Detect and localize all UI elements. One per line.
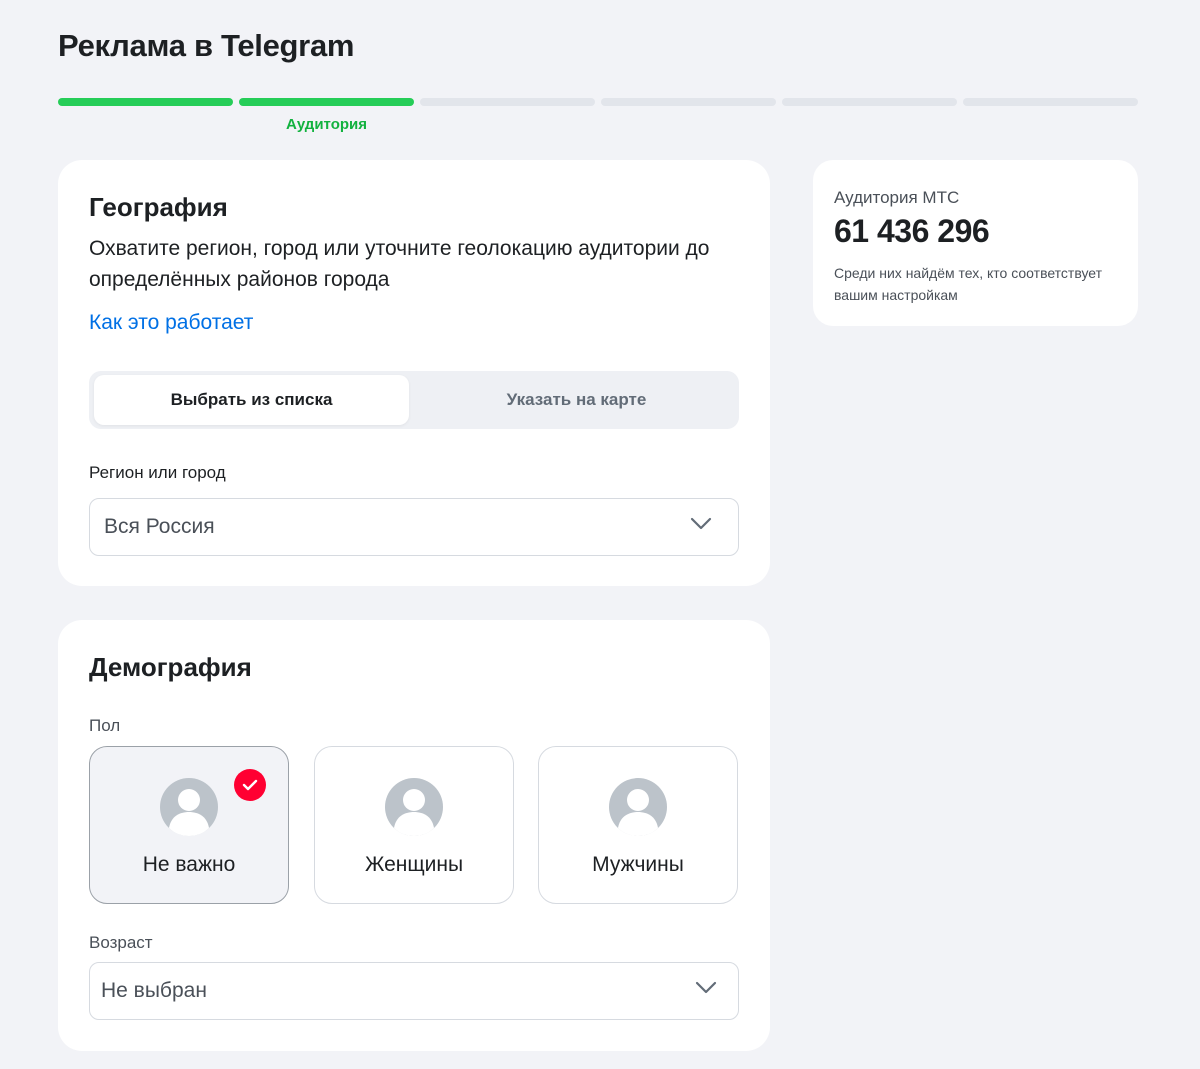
demography-card: Демография Пол Не важно Женщины Мужчины bbox=[58, 620, 770, 1051]
how-it-works-link[interactable]: Как это работает bbox=[89, 311, 253, 335]
chevron-down-icon bbox=[690, 517, 712, 530]
demography-title: Демография bbox=[89, 652, 252, 682]
stepper: Аудитория bbox=[58, 98, 1138, 138]
page-title: Реклама в Telegram bbox=[58, 28, 355, 63]
region-select-value: Вся Россия bbox=[104, 515, 215, 538]
user-avatar-icon bbox=[385, 778, 443, 836]
location-mode-switch: Выбрать из списка Указать на карте bbox=[89, 371, 739, 429]
gender-option-male-label: Мужчины bbox=[592, 853, 684, 876]
current-step-label: Аудитория bbox=[286, 116, 367, 133]
age-select[interactable]: Не выбран bbox=[89, 962, 739, 1020]
gender-label: Пол bbox=[89, 716, 121, 735]
gender-option-any[interactable]: Не важно bbox=[89, 746, 289, 904]
geography-title: География bbox=[89, 192, 228, 222]
chevron-down-icon bbox=[695, 981, 717, 994]
check-icon bbox=[242, 779, 258, 791]
audience-card: Аудитория МТС 61 436 296 Среди них найдё… bbox=[813, 160, 1138, 326]
gender-option-any-label: Не важно bbox=[142, 853, 236, 876]
step-3-bar bbox=[420, 98, 595, 106]
audience-count: 61 436 296 bbox=[834, 213, 990, 249]
gender-option-female[interactable]: Женщины bbox=[314, 746, 514, 904]
step-2-bar bbox=[239, 98, 414, 106]
step-6-bar bbox=[963, 98, 1138, 106]
age-select-value: Не выбран bbox=[101, 979, 207, 1002]
age-label: Возраст bbox=[89, 933, 153, 952]
step-5-bar bbox=[782, 98, 957, 106]
step-1-bar bbox=[58, 98, 233, 106]
region-select[interactable]: Вся Россия bbox=[89, 498, 739, 556]
tab-point-on-map[interactable]: Указать на карте bbox=[419, 375, 734, 425]
audience-label: Аудитория МТС bbox=[834, 188, 960, 207]
step-4-bar bbox=[601, 98, 776, 106]
tab-choose-from-list[interactable]: Выбрать из списка bbox=[94, 375, 409, 425]
geography-description: Охватите регион, город или уточните геол… bbox=[89, 237, 710, 291]
gender-option-female-label: Женщины bbox=[364, 853, 464, 876]
geography-card: География Охватите регион, город или уто… bbox=[58, 160, 770, 586]
user-avatar-icon bbox=[609, 778, 667, 836]
gender-option-male[interactable]: Мужчины bbox=[538, 746, 738, 904]
selected-check-badge bbox=[234, 769, 266, 801]
audience-note: Среди них найдём тех, кто соответствует … bbox=[834, 265, 1103, 303]
user-avatar-icon bbox=[160, 778, 218, 836]
region-label: Регион или город bbox=[89, 463, 226, 482]
